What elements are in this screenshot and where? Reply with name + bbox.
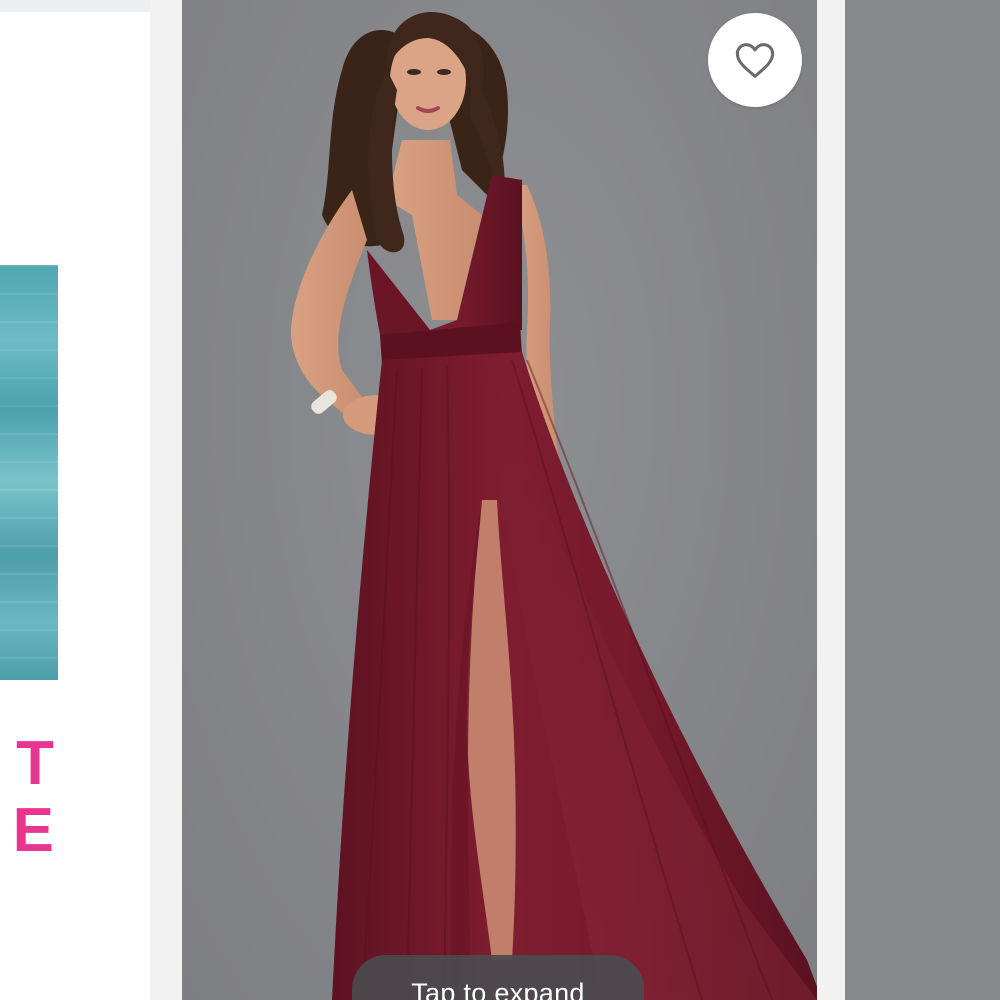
next-product-card[interactable] bbox=[845, 0, 1000, 1000]
card-top-strip bbox=[0, 0, 150, 12]
carousel-gap bbox=[150, 0, 182, 1000]
previous-product-card[interactable]: T E bbox=[0, 0, 150, 1000]
previous-product-image[interactable] bbox=[0, 265, 58, 680]
favorite-button[interactable] bbox=[708, 13, 802, 107]
tap-to-expand-hint[interactable]: Tap to expand bbox=[352, 955, 644, 1000]
promo-text-line-2: E bbox=[12, 796, 54, 865]
product-photo[interactable] bbox=[182, 0, 817, 1000]
promo-text-line-1: T bbox=[16, 729, 54, 798]
heart-outline-icon bbox=[735, 43, 775, 78]
carousel-gap bbox=[817, 0, 845, 1000]
product-image-card[interactable]: Tap to expand bbox=[182, 0, 817, 1000]
